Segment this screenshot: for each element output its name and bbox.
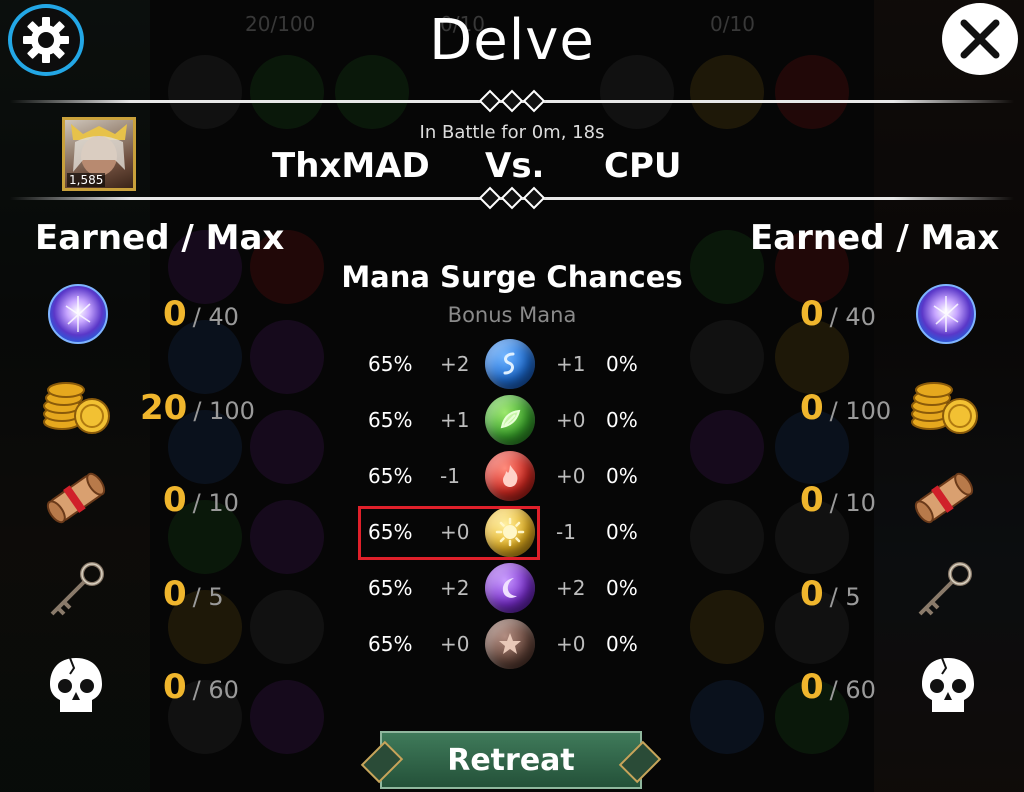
retreat-button[interactable]: Retreat	[360, 731, 662, 789]
surge-right-bonus: +0	[556, 464, 586, 488]
retreat-label: Retreat	[447, 742, 575, 778]
left-scroll-max: / 10	[192, 489, 239, 517]
button-ornament-right	[618, 740, 662, 784]
scroll-icon	[40, 462, 112, 534]
surge-left-bonus: +2	[440, 576, 470, 600]
green-mana-gem-icon	[485, 395, 535, 445]
mana-orb-icon	[910, 278, 982, 350]
surge-left-pct: 65%	[368, 632, 413, 656]
surge-right-pct: 0%	[606, 576, 638, 600]
left-mana-stat: 0 / 40	[163, 294, 239, 334]
right-key-max: / 5	[829, 583, 861, 611]
right-mana-stat: 0 / 40	[800, 294, 876, 334]
left-mana-max: / 40	[192, 303, 239, 331]
left-key-earned: 0	[163, 574, 187, 614]
gold-coins-icon	[40, 370, 112, 442]
surge-right-bonus: +0	[556, 632, 586, 656]
left-skull-stat: 0 / 60	[163, 667, 239, 707]
left-skull-earned: 0	[163, 667, 187, 707]
left-gold-max: / 100	[193, 397, 255, 425]
player-name: ThxMAD	[272, 146, 430, 186]
surge-left-bonus: +0	[440, 632, 470, 656]
right-mana-earned: 0	[800, 294, 824, 334]
brown-mana-gem-icon	[485, 619, 535, 669]
surge-left-bonus: +1	[440, 408, 470, 432]
gold-coins-icon	[908, 370, 980, 442]
right-skull-max: / 60	[829, 676, 876, 704]
surge-right-pct: 0%	[606, 632, 638, 656]
left-key-max: / 5	[192, 583, 224, 611]
right-key-stat: 0 / 5	[800, 574, 861, 614]
left-skull-max: / 60	[192, 676, 239, 704]
opponent-name: CPU	[604, 146, 682, 186]
surge-left-bonus: -1	[440, 464, 460, 488]
right-skull-earned: 0	[800, 667, 824, 707]
red-mana-gem-icon	[485, 451, 535, 501]
skull-icon	[912, 650, 984, 722]
surge-left-pct: 65%	[368, 464, 413, 488]
left-gold-stat: 20 / 100	[140, 388, 255, 428]
surge-right-bonus: +2	[556, 576, 586, 600]
left-scroll-earned: 0	[163, 480, 187, 520]
purple-mana-gem-icon	[485, 563, 535, 613]
surge-left-pct: 65%	[368, 352, 413, 376]
left-gold-earned: 20	[140, 388, 188, 428]
surge-right-pct: 0%	[606, 408, 638, 432]
skull-icon	[40, 650, 112, 722]
surge-right-pct: 0%	[606, 464, 638, 488]
right-scroll-earned: 0	[800, 480, 824, 520]
surge-left-pct: 65%	[368, 408, 413, 432]
top-divider-ornament	[478, 89, 546, 113]
right-scroll-max: / 10	[829, 489, 876, 517]
right-skull-stat: 0 / 60	[800, 667, 876, 707]
page-title: Delve	[429, 8, 595, 73]
surge-right-bonus: +0	[556, 408, 586, 432]
key-icon	[908, 556, 980, 628]
surge-right-bonus: +1	[556, 352, 586, 376]
highlight-box	[358, 506, 540, 560]
mana-surge-title: Mana Surge Chances	[341, 260, 683, 294]
left-mana-earned: 0	[163, 294, 187, 334]
surge-right-pct: 0%	[606, 520, 638, 544]
battle-timer: In Battle for 0m, 18s	[419, 122, 605, 143]
left-key-stat: 0 / 5	[163, 574, 224, 614]
right-gold-earned: 0	[800, 388, 824, 428]
key-icon	[40, 556, 112, 628]
surge-right-pct: 0%	[606, 352, 638, 376]
right-mana-max: / 40	[829, 303, 876, 331]
right-gold-stat: 0 / 100	[800, 388, 891, 428]
surge-right-bonus: -1	[556, 520, 576, 544]
surge-left-bonus: +2	[440, 352, 470, 376]
mana-orb-icon	[42, 278, 114, 350]
blue-mana-gem-icon	[485, 339, 535, 389]
right-gold-max: / 100	[829, 397, 892, 425]
left-scroll-stat: 0 / 10	[163, 480, 239, 520]
right-scroll-stat: 0 / 10	[800, 480, 876, 520]
button-ornament-left	[360, 740, 404, 784]
scroll-icon	[908, 462, 980, 534]
vs-label: Vs.	[485, 146, 545, 186]
header-divider-ornament	[478, 186, 546, 210]
surge-left-pct: 65%	[368, 576, 413, 600]
left-earned-heading: Earned / Max	[35, 218, 285, 258]
player-rating: 1,585	[67, 173, 106, 187]
right-earned-heading: Earned / Max	[750, 218, 1000, 258]
right-key-earned: 0	[800, 574, 824, 614]
